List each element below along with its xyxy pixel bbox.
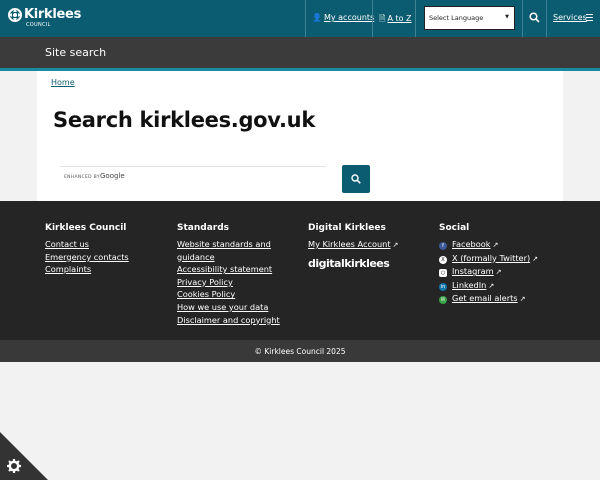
website-standards-link[interactable]: Website standards and xyxy=(177,238,280,251)
header-divider xyxy=(415,0,416,37)
footer-column-digital: Digital Kirklees My Kirklees Account ↗ di… xyxy=(308,223,398,270)
facebook-icon: f xyxy=(439,242,447,250)
header-divider xyxy=(305,0,306,37)
kirklees-logo[interactable]: Kirklees COUNCIL xyxy=(8,7,82,30)
my-accounts-link[interactable]: 👤 My accounts xyxy=(312,13,374,22)
user-icon: 👤 xyxy=(312,13,322,22)
kirklees-emblem-icon xyxy=(8,8,22,22)
a-to-z-label: A to Z xyxy=(387,14,412,23)
how-we-use-data-link[interactable]: How we use your data xyxy=(177,301,280,314)
external-link-icon: ↗ xyxy=(495,268,502,277)
instagram-label: Instagram xyxy=(452,266,494,277)
cookies-policy-link[interactable]: Cookies Policy xyxy=(177,288,280,301)
facebook-link[interactable]: f Facebook ↗ xyxy=(439,238,538,252)
language-select-value: Select Language xyxy=(429,14,484,22)
footer-heading: Social xyxy=(439,223,470,233)
logo-text: Kirklees xyxy=(24,7,82,22)
section-title: Site search xyxy=(45,46,107,59)
site-header: Kirklees COUNCIL 👤 My accounts 🗎 A to Z Se… xyxy=(0,0,600,37)
footer-heading: Digital Kirklees xyxy=(308,223,386,233)
page-title: Search kirklees.gov.uk xyxy=(53,108,315,132)
my-kirklees-account-label: My Kirklees Account xyxy=(308,239,391,249)
linkedin-icon: in xyxy=(439,282,447,291)
x-icon: X xyxy=(439,255,447,264)
language-select[interactable]: Select Language ▼ xyxy=(424,6,515,30)
external-link-icon: ↗ xyxy=(519,295,526,304)
external-link-icon: ↗ xyxy=(492,241,499,249)
emergency-contacts-link[interactable]: Emergency contacts xyxy=(45,251,129,264)
instagram-link[interactable]: ○ Instagram ↗ xyxy=(439,265,538,279)
disclaimer-link[interactable]: Disclaimer and copyright xyxy=(177,314,280,327)
linkedin-label: LinkedIn xyxy=(452,279,487,290)
site-footer: Kirklees Council Contact us Emergency co… xyxy=(0,201,600,340)
breadcrumb-home[interactable]: Home xyxy=(51,78,75,87)
x-twitter-label: X (formally Twitter) xyxy=(452,252,531,263)
hamburger-icon[interactable] xyxy=(586,14,593,21)
my-accounts-label: My accounts xyxy=(323,13,375,22)
document-icon: 🗎 xyxy=(379,14,386,23)
email-alerts-link[interactable]: ✉ Get email alerts ↗ xyxy=(439,292,538,306)
main-content: Home Search kirklees.gov.uk ENHANCED BY … xyxy=(37,71,563,201)
contact-us-link[interactable]: Contact us xyxy=(45,238,129,251)
footer-column-council: Kirklees Council Contact us Emergency co… xyxy=(45,223,129,276)
header-divider xyxy=(546,0,547,37)
header-divider xyxy=(522,0,523,37)
external-link-icon: ↗ xyxy=(532,254,539,263)
search-input[interactable]: ENHANCED BY Google xyxy=(60,166,326,187)
search-button[interactable] xyxy=(342,165,370,193)
chevron-down-icon: ▼ xyxy=(505,14,509,20)
logo-subtext: COUNCIL xyxy=(26,22,51,28)
digital-kirklees-logo[interactable]: digitalkirklees xyxy=(308,257,398,270)
footer-heading: Standards xyxy=(177,223,230,233)
gear-icon xyxy=(7,459,21,473)
email-alerts-label: Get email alerts xyxy=(452,293,518,304)
footer-heading: Kirklees Council xyxy=(45,223,127,233)
email-icon: ✉ xyxy=(439,296,447,305)
external-link-icon: ↗ xyxy=(392,241,399,249)
search-icon xyxy=(351,174,361,184)
external-link-icon: ↗ xyxy=(488,281,495,290)
linkedin-link[interactable]: in LinkedIn ↗ xyxy=(439,279,538,293)
a-to-z-link[interactable]: 🗎 A to Z xyxy=(379,13,412,27)
services-menu-link[interactable]: Services xyxy=(553,13,587,22)
header-divider xyxy=(372,0,373,37)
facebook-label: Facebook xyxy=(452,239,491,249)
footer-column-standards: Standards Website standards and guidance… xyxy=(177,223,280,326)
my-kirklees-account-link[interactable]: My Kirklees Account ↗ xyxy=(308,238,398,252)
footer-column-social: Social f Facebook ↗ XX (formally Twitter) ↗… xyxy=(439,223,538,306)
accessibility-statement-link[interactable]: Accessibility statement xyxy=(177,263,280,276)
copyright-text: © Kirklees Council 2025 xyxy=(254,347,346,356)
enhanced-by-label: ENHANCED BY xyxy=(64,175,100,180)
website-standards-link-cont[interactable]: guidance xyxy=(177,251,280,264)
copyright-bar: © Kirklees Council 2025 xyxy=(0,340,600,362)
cookie-settings-button[interactable] xyxy=(0,432,48,480)
complaints-link[interactable]: Complaints xyxy=(45,263,129,276)
page-heading-bar: Site search xyxy=(0,37,600,68)
instagram-icon: ○ xyxy=(439,269,447,278)
google-label: Google xyxy=(100,172,125,180)
privacy-policy-link[interactable]: Privacy Policy xyxy=(177,276,280,289)
x-twitter-link[interactable]: X X (formally Twitter) ↗ xyxy=(439,252,538,266)
search-icon[interactable] xyxy=(529,12,540,23)
